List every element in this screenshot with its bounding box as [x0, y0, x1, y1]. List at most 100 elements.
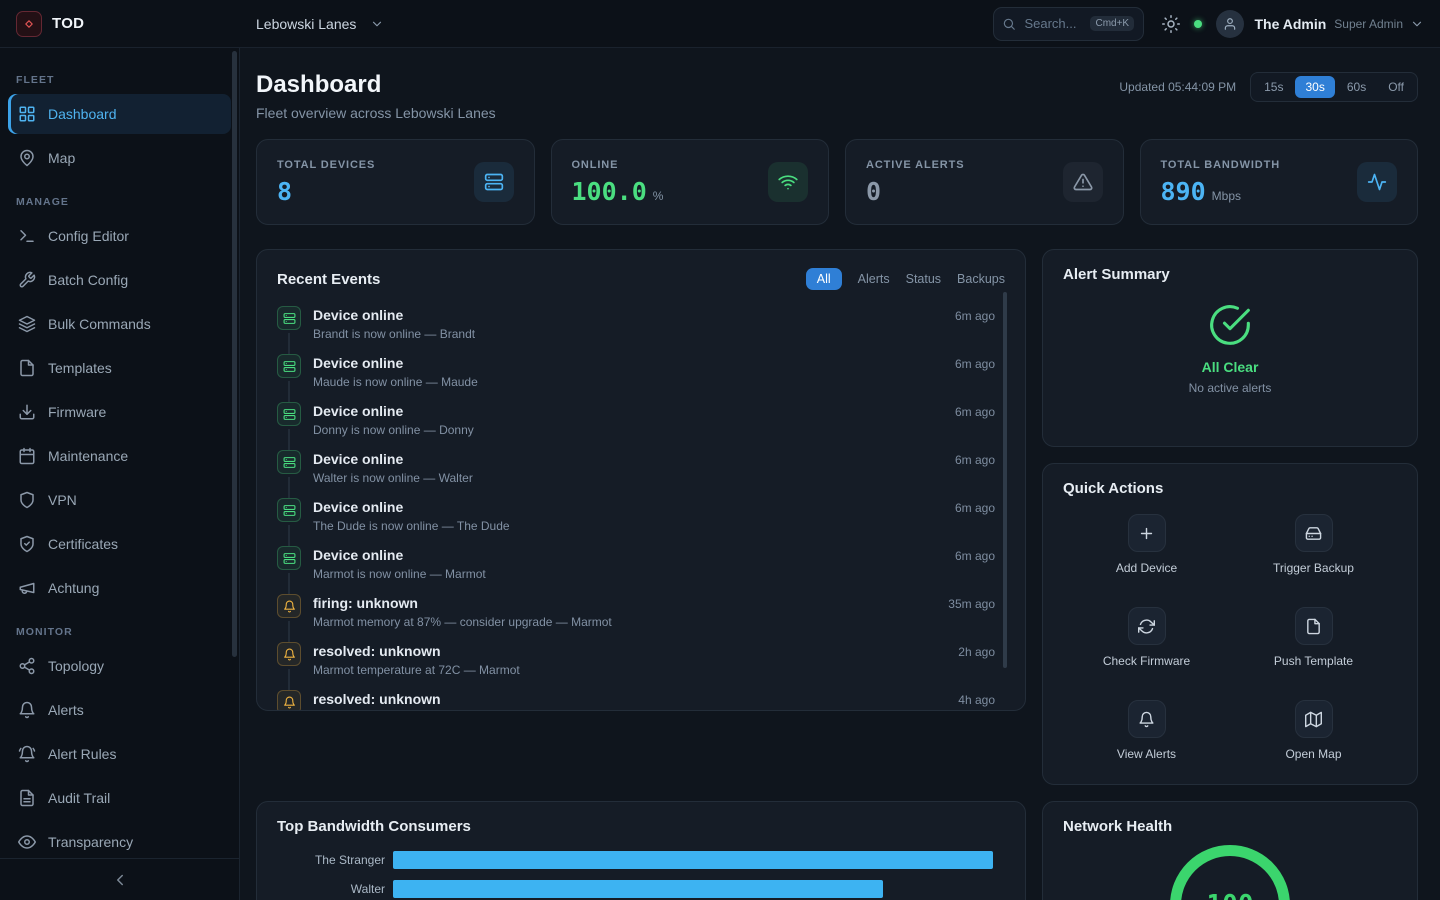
- stat-card: ACTIVE ALERTS 0: [845, 139, 1124, 225]
- event-row[interactable]: resolved: unknown 2h ago Marmot temperat…: [277, 642, 995, 690]
- bandwidth-panel: Top Bandwidth Consumers The Stranger Wal…: [256, 801, 1026, 900]
- quick-action-button[interactable]: View Alerts: [1063, 699, 1230, 762]
- event-row[interactable]: resolved: unknown 4h ago: [277, 690, 995, 711]
- sidebar-item[interactable]: Alert Rules: [8, 734, 231, 774]
- sidebar-item[interactable]: Achtung: [8, 568, 231, 608]
- stat-card: TOTAL DEVICES 8: [256, 139, 535, 225]
- sidebar-item[interactable]: Dashboard: [8, 94, 231, 134]
- events-filter-tab[interactable]: Alerts: [858, 272, 890, 286]
- sun-icon[interactable]: [1162, 15, 1180, 33]
- sidebar-nav: FLEET Dashboard Map MANAGE Config Editor: [0, 48, 239, 858]
- event-title: Device online: [313, 402, 403, 420]
- page-header: Dashboard Fleet overview across Lebowski…: [256, 70, 1418, 121]
- refresh-option-button[interactable]: 60s: [1337, 76, 1376, 98]
- sidebar-item[interactable]: Templates: [8, 348, 231, 388]
- timeline-connector: [288, 573, 290, 594]
- network-health-value: 100: [1207, 890, 1254, 900]
- event-detail: The Dude is now online — The Dude: [313, 519, 995, 533]
- user-menu[interactable]: The Admin Super Admin: [1216, 10, 1424, 38]
- network-health-panel: Network Health 100: [1042, 801, 1418, 900]
- connection-status-dot: [1194, 20, 1202, 28]
- event-row[interactable]: Device online 6m ago Brandt is now onlin…: [277, 306, 995, 354]
- sidebar-item-label: Achtung: [48, 580, 99, 596]
- server-icon: [277, 546, 301, 570]
- search-box[interactable]: Cmd+K: [993, 7, 1144, 41]
- sidebar-item[interactable]: Transparency: [8, 822, 231, 858]
- event-row[interactable]: firing: unknown 35m ago Marmot memory at…: [277, 594, 995, 642]
- search-input[interactable]: [1024, 16, 1082, 31]
- quick-action-button[interactable]: Check Firmware: [1063, 606, 1230, 669]
- events-filter-tab[interactable]: All: [806, 268, 842, 290]
- shield-check-icon: [18, 535, 36, 553]
- quick-actions-panel: Quick Actions Add Device Trigger Backup: [1042, 463, 1418, 785]
- quick-action-button[interactable]: Push Template: [1230, 606, 1397, 669]
- share-2-icon: [18, 657, 36, 675]
- events-filter-tab[interactable]: Status: [906, 272, 941, 286]
- stat-label: TOTAL DEVICES: [277, 159, 375, 171]
- check-circle-icon: [1208, 303, 1252, 347]
- bandwidth-device-label: Walter: [277, 882, 385, 896]
- event-time: 6m ago: [955, 405, 995, 419]
- stat-suffix: %: [653, 189, 664, 203]
- alert-status-detail: No active alerts: [1189, 381, 1272, 395]
- sidebar-collapse-button[interactable]: [0, 858, 239, 900]
- event-row[interactable]: Device online 6m ago The Dude is now onl…: [277, 498, 995, 546]
- event-time: 6m ago: [955, 357, 995, 371]
- quick-action-button[interactable]: Open Map: [1230, 699, 1397, 762]
- event-title: Device online: [313, 306, 403, 324]
- search-shortcut-badge: Cmd+K: [1090, 16, 1134, 31]
- quick-actions-grid: Add Device Trigger Backup Check Firmware: [1043, 513, 1417, 762]
- sidebar-item-label: Alert Rules: [48, 746, 116, 762]
- sidebar-item[interactable]: Audit Trail: [8, 778, 231, 818]
- events-filter-tab[interactable]: Backups: [957, 272, 1005, 286]
- sidebar-item[interactable]: Batch Config: [8, 260, 231, 300]
- sidebar-item[interactable]: Map: [8, 138, 231, 178]
- event-row[interactable]: Device online 6m ago Walter is now onlin…: [277, 450, 995, 498]
- eye-icon: [18, 833, 36, 851]
- bell-icon: [18, 701, 36, 719]
- sidebar-item[interactable]: Maintenance: [8, 436, 231, 476]
- event-row[interactable]: Device online 6m ago Marmot is now onlin…: [277, 546, 995, 594]
- bandwidth-row: The Stranger: [277, 851, 1005, 869]
- event-title: resolved: unknown: [313, 642, 441, 660]
- sidebar-item[interactable]: VPN: [8, 480, 231, 520]
- quick-action-label: Check Firmware: [1103, 654, 1190, 668]
- quick-action-button[interactable]: Add Device: [1063, 513, 1230, 576]
- sidebar-item[interactable]: Config Editor: [8, 216, 231, 256]
- org-selector[interactable]: Lebowski Lanes: [256, 16, 384, 32]
- server-icon: [277, 306, 301, 330]
- alert-status: All Clear: [1202, 359, 1259, 375]
- quick-action-label: Trigger Backup: [1273, 561, 1354, 575]
- refresh-option-button[interactable]: 15s: [1254, 76, 1293, 98]
- refresh-option-button[interactable]: Off: [1378, 76, 1414, 98]
- timeline-connector: [288, 669, 290, 690]
- timeline-connector: [288, 621, 290, 642]
- sidebar-item[interactable]: Certificates: [8, 524, 231, 564]
- sidebar-item-label: Audit Trail: [48, 790, 110, 806]
- sidebar-item[interactable]: Bulk Commands: [8, 304, 231, 344]
- sidebar-section-label: FLEET: [16, 74, 223, 86]
- sidebar-item[interactable]: Topology: [8, 646, 231, 686]
- sidebar-item[interactable]: Firmware: [8, 392, 231, 432]
- sidebar-item[interactable]: Alerts: [8, 690, 231, 730]
- bell-icon: [1128, 700, 1166, 738]
- org-name: Lebowski Lanes: [256, 16, 356, 32]
- event-detail: Marmot temperature at 72C — Marmot: [313, 663, 995, 677]
- layers-icon: [18, 315, 36, 333]
- topbar: TOD Lebowski Lanes Cmd+K The Admin Super…: [0, 0, 1440, 48]
- event-title: resolved: unknown: [313, 690, 441, 708]
- brand: TOD: [16, 11, 240, 37]
- refresh-option-button[interactable]: 30s: [1295, 76, 1334, 98]
- sidebar-item-label: Alerts: [48, 702, 84, 718]
- refresh-interval-control: 15s 30s 60s Off: [1250, 72, 1418, 102]
- timeline-connector: [288, 333, 290, 354]
- sidebar-section-label: MANAGE: [16, 196, 223, 208]
- event-row[interactable]: Device online 6m ago Donny is now online…: [277, 402, 995, 450]
- events-scrollbar[interactable]: [1003, 292, 1007, 668]
- quick-action-button[interactable]: Trigger Backup: [1230, 513, 1397, 576]
- sidebar-scrollbar[interactable]: [232, 51, 237, 657]
- sidebar-item-label: Topology: [48, 658, 104, 674]
- event-row[interactable]: Device online 6m ago Maude is now online…: [277, 354, 995, 402]
- file-icon: [1295, 607, 1333, 645]
- event-detail: Brandt is now online — Brandt: [313, 327, 995, 341]
